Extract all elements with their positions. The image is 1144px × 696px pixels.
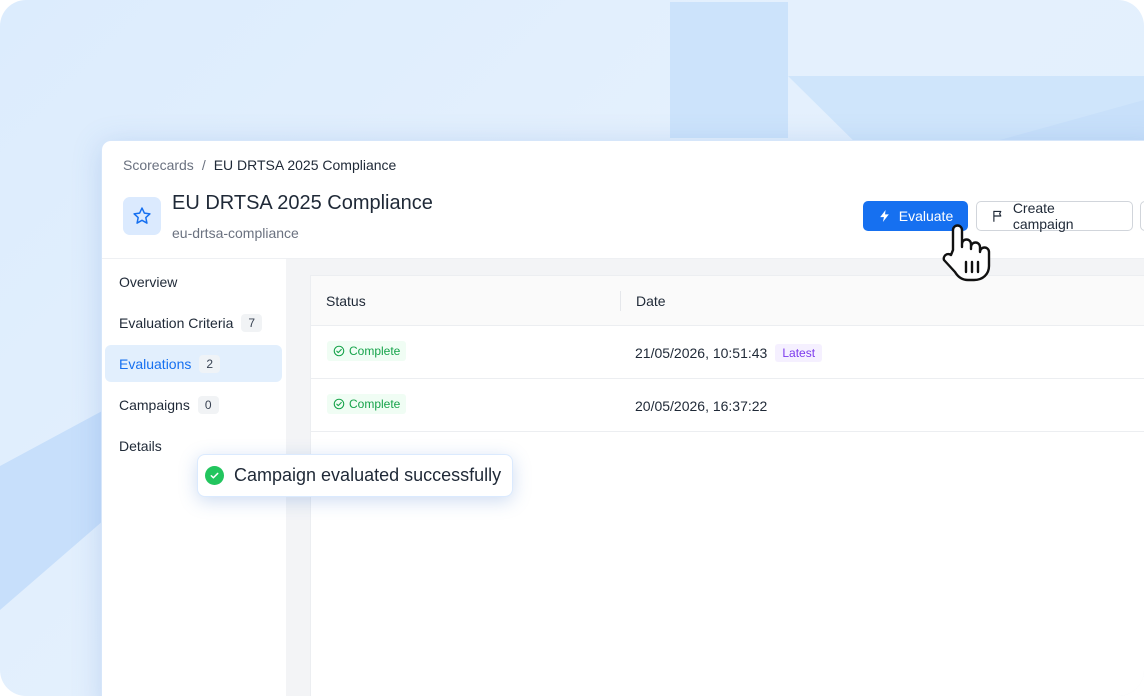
date-cell: 21/05/2026, 10:51:43 Latest — [635, 326, 823, 379]
success-toast: Campaign evaluated successfully — [197, 454, 513, 497]
sidebar-item-evaluation-criteria[interactable]: Evaluation Criteria 7 — [105, 304, 282, 341]
background-shape — [670, 2, 788, 138]
count-badge: 7 — [241, 313, 263, 332]
date-cell: 20/05/2026, 16:37:22 — [635, 379, 767, 432]
column-header-date[interactable]: Date — [636, 276, 666, 326]
more-actions-button[interactable] — [1140, 201, 1144, 231]
create-campaign-button[interactable]: Create campaign — [976, 200, 1133, 232]
breadcrumb-current: EU DRTSA 2025 Compliance — [213, 157, 397, 173]
column-divider — [620, 291, 621, 311]
sidebar-item-overview[interactable]: Overview — [105, 263, 282, 300]
sidebar-item-label: Details — [119, 437, 162, 454]
status-label: Complete — [349, 397, 401, 411]
status-badge: Complete — [327, 341, 407, 361]
create-campaign-label: Create campaign — [1012, 200, 1074, 232]
sidebar-item-label: Evaluation Criteria — [119, 314, 234, 331]
sidebar-item-evaluations[interactable]: Evaluations 2 — [105, 345, 282, 382]
screenshot-frame: Scorecards / EU DRTSA 2025 Compliance EU… — [0, 0, 1144, 696]
table-row[interactable]: Complete 21/05/2026, 10:51:43 Latest — [311, 326, 1144, 379]
page-title: EU DRTSA 2025 Compliance — [172, 192, 433, 214]
date-value: 21/05/2026, 10:51:43 — [635, 344, 768, 361]
hand-pointer-cursor-icon — [942, 224, 991, 282]
status-label: Complete — [349, 344, 401, 358]
lightning-icon — [879, 210, 889, 222]
date-value: 20/05/2026, 16:37:22 — [635, 397, 768, 414]
column-header-status[interactable]: Status — [326, 276, 366, 326]
sidebar-item-label: Evaluations — [119, 355, 192, 372]
latest-badge: Latest — [775, 343, 823, 362]
sidebar-item-label: Campaigns — [119, 396, 190, 413]
table-row[interactable]: Complete 20/05/2026, 16:37:22 — [311, 379, 1144, 432]
breadcrumb: Scorecards / EU DRTSA 2025 Compliance — [123, 157, 396, 173]
sidebar-item-label: Overview — [119, 273, 178, 290]
page-slug: eu-drtsa-compliance — [172, 225, 299, 241]
check-circle-icon — [205, 466, 224, 485]
check-circle-icon — [333, 398, 345, 410]
count-badge: 0 — [197, 395, 219, 414]
sidebar-item-campaigns[interactable]: Campaigns 0 — [105, 386, 282, 423]
breadcrumb-separator: / — [201, 157, 206, 173]
check-circle-icon — [333, 345, 345, 357]
breadcrumb-root-link[interactable]: Scorecards — [123, 157, 194, 173]
star-icon — [123, 197, 161, 235]
table-header: Status Date — [311, 276, 1144, 326]
status-badge: Complete — [327, 394, 407, 414]
toast-message: Campaign evaluated successfully — [234, 465, 502, 485]
background-shape — [0, 410, 104, 610]
count-badge: 2 — [199, 354, 221, 373]
